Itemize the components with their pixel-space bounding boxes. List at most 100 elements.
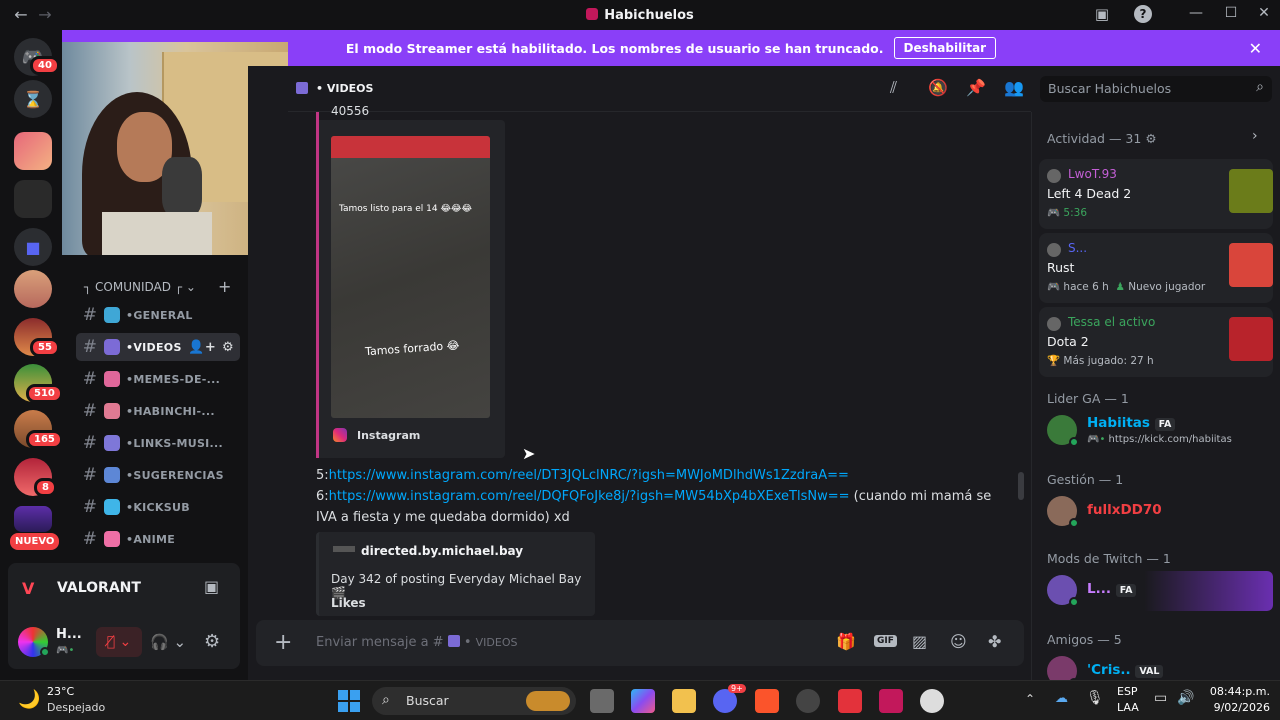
minimize-icon[interactable]: — — [1186, 5, 1206, 21]
tray-chevron-icon[interactable]: ⌃ — [1025, 692, 1035, 706]
channel-item-habinchi[interactable]: # • HABINCHI-... — [76, 397, 240, 425]
brave-icon[interactable] — [755, 689, 779, 713]
activity-meta: 🎮 5:36 — [1047, 207, 1088, 219]
folder-icon[interactable]: ■ — [14, 228, 52, 266]
lang-2[interactable]: LAA — [1117, 701, 1139, 714]
activity-card[interactable]: Tessa el activo Dota 2 🏆 Más jugado: 27 h — [1039, 307, 1273, 377]
member-row[interactable]: Habiitas FA 🎮• https://kick.com/habiitas — [1039, 411, 1273, 451]
channel-item-anime[interactable]: # • ANIME — [76, 525, 240, 553]
channel-item-links-musi[interactable]: # • LINKS-MUSI... — [76, 429, 240, 457]
inbox-icon[interactable]: ▣ — [1092, 5, 1112, 23]
member-online-dot — [1069, 437, 1079, 447]
member-section-title: Lider GA — 1 — [1047, 391, 1129, 406]
add-attachment-icon[interactable]: + — [274, 630, 292, 655]
hourglass-icon[interactable]: ⌛ — [14, 80, 52, 118]
embed-michael-bay[interactable]: directed.by.michael.bay Day 342 of posti… — [316, 532, 595, 616]
member-row[interactable]: fullxDD70 — [1039, 492, 1273, 532]
activity-user[interactable]: Tessa el activo — [1068, 315, 1155, 329]
close-banner-icon[interactable]: ✕ — [1249, 39, 1262, 58]
task-view-icon[interactable] — [590, 689, 614, 713]
disable-streamer-button[interactable]: Deshabilitar — [893, 37, 997, 59]
game-controller-icon: 🎮• — [1087, 434, 1106, 445]
microphone — [162, 157, 202, 217]
user-status-icon: 🎮• — [56, 645, 75, 656]
header-channel-name: VIDEOS — [326, 82, 374, 95]
clock-date[interactable]: 9/02/2026 — [1202, 701, 1270, 714]
message-composer[interactable]: + Enviar mensaje a # • VIDEOS 🎁 GIF ▨ ☺ … — [256, 620, 1024, 666]
valorant-taskbar-icon[interactable] — [879, 689, 903, 713]
add-channel-icon[interactable]: + — [218, 277, 231, 296]
stream-game-icon[interactable]: ▣ — [204, 577, 219, 596]
member-list-icon[interactable]: 👥 — [1004, 78, 1024, 97]
activity-meta: 🎮 hace 6 h ♟ Nuevo jugador — [1047, 281, 1206, 293]
channel-label: MEMES-DE-... — [133, 372, 221, 386]
headphones-icon[interactable]: 🎧 ⌄ — [150, 633, 186, 651]
activity-settings-icon[interactable]: ⚙ — [1145, 131, 1156, 146]
embed-author[interactable]: directed.by.michael.bay — [361, 544, 523, 558]
maximize-icon[interactable]: ☐ — [1221, 5, 1241, 21]
gif-icon[interactable]: GIF — [874, 635, 897, 647]
user-name: H... — [56, 627, 82, 642]
app-white-icon[interactable] — [920, 689, 944, 713]
person-shirt — [102, 212, 212, 255]
new-badge[interactable]: NUEVO — [10, 533, 60, 550]
pin-icon[interactable]: 📌 — [966, 78, 986, 97]
server-badge-4: 8 — [34, 478, 57, 497]
member-online-dot — [1069, 597, 1079, 607]
tray-wifi-icon[interactable]: ▭ — [1154, 690, 1167, 706]
embed-video-thumbnail[interactable]: Tamos listo para el 14 😂😂😂 Tamos forrado… — [331, 136, 490, 418]
close-window-icon[interactable]: ✕ — [1254, 5, 1274, 21]
gift-icon[interactable]: 🎁 — [836, 632, 856, 651]
activity-expand-icon[interactable]: › — [1252, 128, 1258, 144]
clock-time[interactable]: 08:44:p.m. — [1202, 685, 1270, 698]
taskbar-search[interactable]: ⌕ Buscar — [372, 687, 576, 715]
help-icon[interactable]: ? — [1134, 5, 1152, 23]
sticker-icon[interactable]: ▨ — [912, 632, 927, 651]
search-box[interactable]: Buscar Habichuelos ⌕ — [1040, 76, 1272, 102]
category-header[interactable]: ┐ COMUNIDAD ┌ ⌄ — [84, 280, 196, 294]
notifications-muted-icon[interactable]: 🔕 — [928, 78, 948, 97]
channel-label: VIDEOS — [133, 340, 182, 354]
emoji-icon[interactable]: ☺ — [950, 632, 967, 651]
mute-mic-button[interactable]: 🎙̸ ⌄ — [96, 627, 142, 657]
activity-card[interactable]: LwoT.93 Left 4 Dead 2 🎮 5:36 — [1039, 159, 1273, 229]
server-icon-3[interactable] — [14, 270, 52, 308]
activity-user[interactable]: S... — [1068, 241, 1087, 255]
activity-game: Rust — [1047, 260, 1075, 275]
link-reel-6[interactable]: https://www.instagram.com/reel/DQFQFoJke… — [329, 489, 850, 504]
chat-scrollbar-thumb[interactable] — [1018, 472, 1024, 500]
weather-moon-icon[interactable]: 🌙 — [18, 689, 40, 710]
message-line-6: 6:https://www.instagram.com/reel/DQFQFoJ… — [316, 489, 992, 504]
obs-icon[interactable] — [796, 689, 820, 713]
threads-icon[interactable]: ⫽ — [890, 78, 897, 98]
settings-gear-icon[interactable]: ⚙ — [204, 631, 220, 652]
invite-icon[interactable]: 👤+ — [188, 340, 216, 355]
copilot-m365-icon[interactable] — [631, 689, 655, 713]
channel-label: KICKSUB — [133, 500, 190, 514]
channel-item-videos[interactable]: # • VIDEOS 👤+ ⚙ — [76, 333, 240, 361]
tray-volume-icon[interactable]: 🔊 — [1177, 690, 1194, 706]
server-icon — [586, 8, 599, 20]
channel-settings-icon[interactable]: ⚙ — [222, 340, 234, 355]
server-icon-2[interactable] — [14, 180, 52, 218]
tray-mic-icon[interactable]: 🎙 — [1086, 690, 1104, 706]
tray-network-icon[interactable]: ☁ — [1055, 691, 1068, 706]
windows-start-icon[interactable] — [338, 690, 360, 712]
thumbnail-caption-top: Tamos listo para el 14 😂😂😂 — [339, 204, 472, 214]
lang-1[interactable]: ESP — [1117, 685, 1138, 698]
channel-item-memes-de[interactable]: # • MEMES-DE-... — [76, 365, 240, 393]
file-explorer-icon[interactable] — [672, 689, 696, 713]
member-online-dot — [1069, 518, 1079, 528]
activity-user[interactable]: LwoT.93 — [1068, 167, 1117, 181]
app-red-icon[interactable] — [838, 689, 862, 713]
link-reel-5[interactable]: https://www.instagram.com/reel/DT3JQLclN… — [329, 468, 849, 483]
apps-icon[interactable]: ✤ — [988, 632, 1001, 651]
activity-card[interactable]: S... Rust 🎮 hace 6 h ♟ Nuevo jugador — [1039, 233, 1273, 303]
mouse-cursor-icon: ➤ — [522, 444, 536, 463]
server-icon-1[interactable] — [14, 132, 52, 170]
channel-item-general[interactable]: # • GENERAL — [76, 301, 240, 329]
server-icon-8[interactable] — [14, 506, 52, 532]
channel-item-sugerencias[interactable]: # • SUGERENCIAS — [76, 461, 240, 489]
channel-item-kicksub[interactable]: # • KICKSUB — [76, 493, 240, 521]
member-row[interactable]: L... FA — [1039, 571, 1273, 611]
